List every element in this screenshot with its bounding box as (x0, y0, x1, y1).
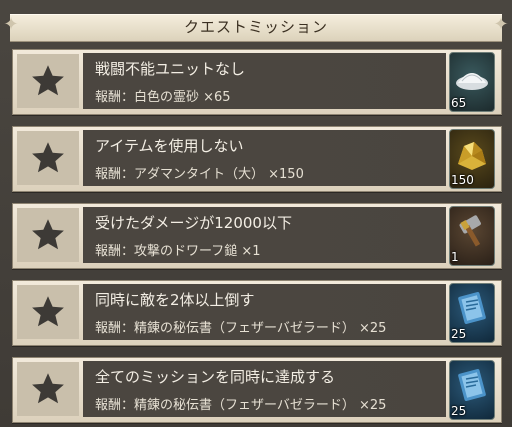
mission-title: 戦闘不能ユニットなし (95, 60, 246, 78)
reward-item[interactable]: 25 (449, 360, 495, 420)
mission-row: 全てのミッションを同時に達成する 報酬：精錬の秘伝書（フェザーバゼラード） ×2… (12, 357, 502, 423)
reward-count: 25 (451, 404, 467, 418)
mission-reward: 報酬：アダマンタイト（大） ×150 (95, 167, 304, 182)
reward-count: 1 (451, 250, 459, 264)
star-slot (17, 362, 79, 416)
reward-count: 65 (451, 96, 467, 110)
mission-text-band: 戦闘不能ユニットなし 報酬：白色の霊砂 ×65 (83, 53, 446, 109)
mission-row: 戦闘不能ユニットなし 報酬：白色の霊砂 ×65 65 (12, 49, 502, 115)
mission-reward: 報酬：精錬の秘伝書（フェザーバゼラード） ×25 (95, 398, 387, 413)
mission-text-band: 全てのミッションを同時に達成する 報酬：精錬の秘伝書（フェザーバゼラード） ×2… (83, 361, 446, 417)
header: ✦ ✦ クエストミッション (0, 6, 512, 44)
star-icon (32, 296, 64, 327)
dwarf-hammer-icon (459, 215, 481, 247)
mission-row: 同時に敵を2体以上倒す 報酬：精錬の秘伝書（フェザーバゼラード） ×25 25 (12, 280, 502, 346)
reward-count: 150 (451, 173, 474, 187)
mission-text-band: アイテムを使用しない 報酬：アダマンタイト（大） ×150 (83, 130, 446, 186)
secret-book-icon (458, 369, 486, 401)
star-icon (32, 65, 64, 96)
mission-text-band: 同時に敵を2体以上倒す 報酬：精錬の秘伝書（フェザーバゼラード） ×25 (83, 284, 446, 340)
star-icon (32, 373, 64, 404)
reward-item[interactable]: 1 (449, 206, 495, 266)
reward-count: 25 (451, 327, 467, 341)
mission-reward: 報酬：白色の霊砂 ×65 (95, 90, 231, 105)
mission-title: 同時に敵を2体以上倒す (95, 291, 255, 309)
mission-text-band: 受けたダメージが12000以下 報酬：攻撃のドワーフ鎚 ×1 (83, 207, 446, 263)
reward-item[interactable]: 25 (449, 283, 495, 343)
star-icon (32, 219, 64, 250)
star-slot (17, 131, 79, 185)
white-sand-icon (456, 73, 488, 90)
page-title: クエストミッション (183, 18, 328, 36)
mission-title: 受けたダメージが12000以下 (95, 214, 292, 232)
star-slot (17, 285, 79, 339)
secret-book-icon (458, 292, 486, 324)
star-icon (32, 142, 64, 173)
star-slot (17, 54, 79, 108)
mission-row: アイテムを使用しない 報酬：アダマンタイト（大） ×150 150 (12, 126, 502, 192)
mission-title: アイテムを使用しない (95, 137, 244, 155)
adamantite-icon (458, 142, 486, 170)
star-slot (17, 208, 79, 262)
mission-reward: 報酬：精錬の秘伝書（フェザーバゼラード） ×25 (95, 321, 387, 336)
reward-item[interactable]: 150 (449, 129, 495, 189)
reward-item[interactable]: 65 (449, 52, 495, 112)
mission-row: 受けたダメージが12000以下 報酬：攻撃のドワーフ鎚 ×1 1 (12, 203, 502, 269)
mission-title: 全てのミッションを同時に達成する (95, 368, 336, 386)
mission-reward: 報酬：攻撃のドワーフ鎚 ×1 (95, 244, 261, 259)
